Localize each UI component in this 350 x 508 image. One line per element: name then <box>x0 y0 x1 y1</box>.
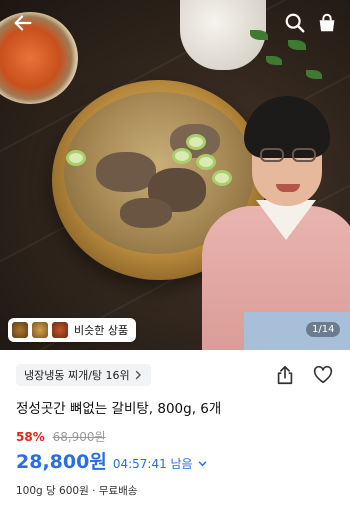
cart-button[interactable] <box>314 10 340 36</box>
share-icon <box>277 365 293 385</box>
category-rank-label: 냉장냉동 찌개/탕 16위 <box>24 369 130 382</box>
search-button[interactable] <box>282 10 308 36</box>
discount-rate: 58% <box>16 430 45 444</box>
deal-timer-text: 04:57:41 남음 <box>112 457 193 471</box>
back-button[interactable] <box>10 10 36 36</box>
search-icon <box>285 13 305 33</box>
discount-row: 58% 68,900원 <box>16 428 106 445</box>
chevron-down-icon <box>199 461 207 467</box>
share-button[interactable] <box>274 364 296 386</box>
shipping-info: · 무료배송 <box>92 485 138 497</box>
deal-timer[interactable]: 04:57:41 남음 <box>113 455 208 472</box>
shopping-bag-icon <box>319 13 335 32</box>
image-pager: 1/14 <box>306 322 341 337</box>
chevron-right-icon <box>135 370 141 380</box>
scallion-garnish <box>172 148 192 164</box>
category-rank-chip[interactable]: 냉장냉동 찌개/탕 16위 <box>16 364 151 386</box>
heart-icon <box>313 365 333 384</box>
arrow-left-icon <box>14 15 32 31</box>
glasses <box>260 148 316 162</box>
leaf-decoration <box>266 56 282 65</box>
scallion-garnish <box>66 150 86 166</box>
price-row: 28,800원 04:57:41 남음 <box>16 447 207 474</box>
similar-product-thumbnail <box>32 322 48 338</box>
beef-rib-meat <box>120 198 172 228</box>
leaf-decoration <box>288 40 306 50</box>
beef-rib-meat <box>96 152 156 192</box>
leaf-decoration <box>250 30 268 40</box>
unit-price-row: 100g 당 600원 · 무료배송 <box>16 483 137 498</box>
sale-price: 28,800원 <box>16 451 107 473</box>
similar-product-thumbnail <box>52 322 68 338</box>
original-price: 68,900원 <box>52 430 106 444</box>
similar-product-thumbnail <box>12 322 28 338</box>
product-image-carousel[interactable]: 비슷한 상품 1/14 <box>0 0 350 350</box>
unit-price: 100g 당 600원 <box>16 485 89 497</box>
wishlist-button[interactable] <box>312 364 334 386</box>
leaf-decoration <box>306 70 322 79</box>
similar-products-button[interactable]: 비슷한 상품 <box>8 318 137 342</box>
presenter-photo <box>196 96 350 350</box>
similar-products-label: 비슷한 상품 <box>74 324 129 337</box>
product-title: 정성곳간 뼈없는 갈비탕, 800g, 6개 <box>16 401 222 417</box>
